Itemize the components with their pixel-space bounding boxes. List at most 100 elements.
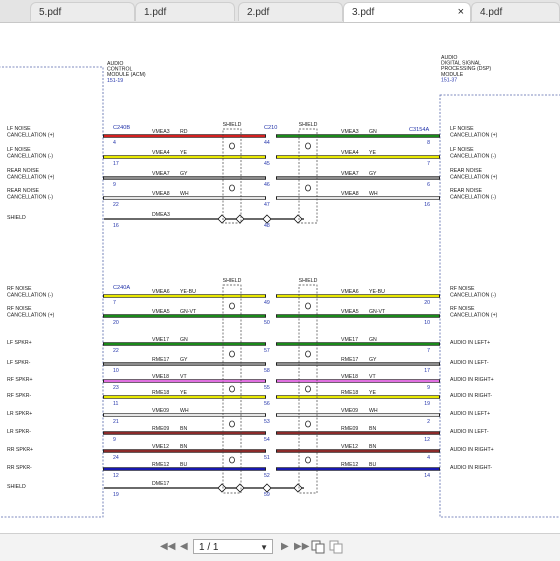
tab-1-pdf[interactable]: 1.pdf	[135, 2, 235, 21]
shield-terminal	[293, 483, 303, 493]
connector-label-mid-top: C210	[264, 125, 277, 131]
left-signal-label: CANCELLATION (+)	[7, 312, 55, 318]
shield-label: SHIELD	[223, 122, 242, 128]
right-signal-label: AUDIO IN LEFT+	[450, 411, 490, 417]
wire-color-code: GN	[180, 337, 188, 343]
circuit-id: VMEA6	[341, 289, 359, 295]
circuit-id: VMEA3	[152, 129, 170, 135]
copy-icon[interactable]	[311, 540, 325, 554]
left-signal-label: CANCELLATION (-)	[7, 194, 53, 200]
twisted-pair-marker	[229, 184, 235, 192]
close-icon[interactable]: ×	[458, 3, 464, 22]
wire-color-code: BN	[180, 426, 187, 432]
wire-color-code: WH	[369, 408, 378, 414]
wiring-diagram: AUDIOCONTROLMODULE (ACM)151-19AUDIODIGIT…	[0, 55, 560, 518]
circuit-id: RME18	[341, 390, 358, 396]
right-signal-label: AUDIO IN RIGHT-	[450, 465, 492, 471]
right-signal-label: AUDIO IN RIGHT+	[450, 377, 494, 383]
tab-5-pdf[interactable]: 5.pdf	[30, 2, 135, 21]
pin-number: 7	[427, 348, 430, 354]
left-signal-label: RR SPKR+	[7, 447, 33, 453]
tab-3-pdf[interactable]: 3.pdf ×	[343, 2, 471, 22]
left-signal-label: REAR NOISE	[7, 168, 40, 174]
acm-module-title: 151-19	[107, 78, 123, 84]
shield-label: SHIELD	[223, 278, 242, 284]
left-signal-label: RF NOISE	[7, 286, 32, 292]
circuit-id: VME12	[341, 444, 358, 450]
twisted-pair-marker	[229, 456, 235, 464]
tab-2-pdf[interactable]: 2.pdf	[238, 2, 343, 21]
first-page-icon[interactable]: ◀◀	[160, 541, 175, 553]
pin-number: 9	[113, 182, 116, 188]
prev-page-icon[interactable]: ◀	[180, 541, 188, 553]
pin-number: 45	[264, 161, 270, 167]
pin-number: 19	[113, 492, 119, 498]
page-select[interactable]: 1 / 1 ▼	[193, 539, 273, 554]
twisted-pair-marker	[305, 184, 311, 192]
wire-color-code: YE	[180, 390, 187, 396]
left-signal-label: CANCELLATION (-)	[7, 292, 53, 298]
circuit-id: VMEA4	[341, 150, 359, 156]
pin-number: 2	[427, 419, 430, 425]
shield-terminal	[217, 214, 227, 224]
wire-color-code: GY	[369, 357, 377, 363]
right-signal-label: AUDIO IN RIGHT-	[450, 393, 492, 399]
wire-color-code: VT	[369, 374, 376, 380]
pin-number: 53	[264, 419, 270, 425]
circuit-id: RME12	[152, 462, 169, 468]
right-signal-label: CANCELLATION (-)	[450, 153, 496, 159]
circuit-id: VMEA7	[341, 171, 359, 177]
wire-color-code: GN	[369, 337, 377, 343]
right-signal-label: CANCELLATION (+)	[450, 174, 498, 180]
pin-number: 44	[264, 140, 270, 146]
pdf-document-view[interactable]: AUDIO CONTROL MODULE (ACM) 151-19 AUDIO DIGIT…	[0, 23, 560, 533]
pin-number: 21	[113, 419, 119, 425]
next-page-icon[interactable]: ▶	[281, 541, 289, 553]
pin-number: 52	[264, 473, 270, 479]
circuit-id: VMEA5	[152, 309, 170, 315]
left-signal-label: SHIELD	[7, 484, 26, 490]
last-page-icon[interactable]: ▶▶	[294, 541, 309, 553]
shield-terminal	[235, 214, 245, 224]
pin-number: 50	[264, 320, 270, 326]
twisted-pair-marker	[305, 350, 311, 358]
left-signal-label: CANCELLATION (-)	[7, 153, 53, 159]
circuit-id: VME09	[152, 408, 169, 414]
left-signal-label: RF SPKR-	[7, 393, 31, 399]
tab-label: 3.pdf	[352, 7, 375, 18]
tab-label: 2.pdf	[247, 7, 270, 18]
left-signal-label: RR SPKR-	[7, 465, 32, 471]
circuit-id: VMEA7	[152, 171, 170, 177]
twisted-pair-marker	[229, 420, 235, 428]
pin-number: 16	[113, 223, 119, 229]
tab-4-pdf[interactable]: 4.pdf	[471, 2, 560, 21]
pin-number: 11	[113, 401, 118, 407]
connector-label-right-top: C3154A	[409, 127, 429, 133]
pages-icon[interactable]	[329, 540, 343, 554]
pin-number: 48	[264, 223, 270, 229]
left-signal-label: LF SPKR-	[7, 360, 31, 366]
twisted-pair-marker	[229, 385, 235, 393]
circuit-id: DMEA3	[152, 212, 170, 218]
chevron-down-icon: ▼	[260, 543, 268, 552]
pin-number: 17	[113, 161, 119, 167]
twisted-pair-marker	[229, 302, 235, 310]
right-signal-label: REAR NOISE	[450, 188, 483, 194]
tab-label: 5.pdf	[39, 7, 62, 18]
wire-color-code: RD	[180, 129, 188, 135]
pin-number: 4	[113, 140, 116, 146]
left-signal-label: LR SPKR-	[7, 429, 31, 435]
circuit-id: VMEA3	[341, 129, 359, 135]
pin-number: 22	[113, 348, 119, 354]
tab-label: 1.pdf	[144, 7, 167, 18]
shield-terminal	[217, 483, 227, 493]
pin-number: 12	[113, 473, 119, 479]
wire-color-code: YE-BU	[180, 289, 196, 295]
wire-color-code: BN	[180, 444, 187, 450]
pin-number: 19	[424, 401, 430, 407]
wire-color-code: BU	[369, 462, 376, 468]
shield-label: SHIELD	[299, 278, 318, 284]
dsp-module-title: 151-37	[441, 77, 457, 83]
right-signal-label: LF NOISE	[450, 147, 474, 153]
twisted-pair-marker	[305, 420, 311, 428]
